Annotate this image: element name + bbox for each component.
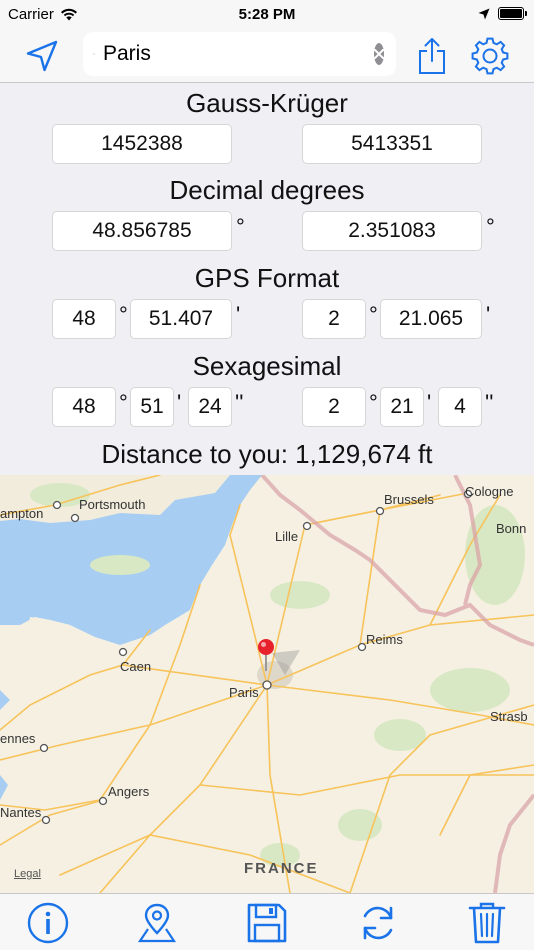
degree-symbol: ° bbox=[236, 214, 245, 239]
refresh-button[interactable] bbox=[355, 900, 401, 946]
locate-me-button[interactable] bbox=[22, 36, 62, 76]
gauss-kruger-title: Gauss-Krüger bbox=[186, 88, 348, 118]
gps-format-title: GPS Format bbox=[194, 263, 340, 293]
map-label-reims: Reims bbox=[366, 632, 403, 647]
sexa-lon-seconds-field[interactable]: 4 bbox=[438, 387, 482, 427]
sexa-lon-degrees-field[interactable]: 2 bbox=[302, 387, 366, 427]
decimal-degrees-title: Decimal degrees bbox=[169, 175, 365, 205]
minute-symbol: ' bbox=[177, 390, 182, 415]
gauss-y-field[interactable]: 5413351 bbox=[302, 124, 482, 164]
minute-symbol: ' bbox=[236, 302, 241, 327]
map-canvas bbox=[0, 475, 534, 893]
map-label-lille: Lille bbox=[275, 529, 299, 544]
location-arrow-icon bbox=[26, 40, 58, 72]
sexa-lat-degrees-field[interactable]: 48 bbox=[52, 387, 116, 427]
second-symbol: '' bbox=[485, 390, 494, 415]
degree-symbol: ° bbox=[119, 390, 128, 415]
status-bar: Carrier 5:28 PM bbox=[0, 0, 534, 30]
decimal-lat-field[interactable]: 48.856785 bbox=[52, 211, 232, 251]
map-label-paris: Paris bbox=[229, 685, 259, 700]
map-label-bonn: Bonn bbox=[496, 521, 527, 536]
decimal-lon-field[interactable]: 2.351083 bbox=[302, 211, 482, 251]
minute-symbol: ' bbox=[427, 390, 432, 415]
distance-label: Distance to you: 1,129,674 ft bbox=[101, 439, 433, 469]
bottom-toolbar bbox=[0, 893, 534, 950]
gps-lon-degrees-field[interactable]: 2 bbox=[302, 299, 366, 339]
status-right bbox=[478, 7, 527, 20]
battery-icon bbox=[498, 7, 527, 20]
share-icon bbox=[419, 38, 445, 74]
save-button[interactable] bbox=[244, 900, 290, 946]
second-symbol: '' bbox=[235, 390, 244, 415]
share-button[interactable] bbox=[412, 36, 452, 76]
clear-search-button[interactable] bbox=[374, 43, 384, 65]
minute-symbol: ' bbox=[486, 302, 491, 327]
sexa-lon-minutes-field[interactable]: 21 bbox=[380, 387, 424, 427]
map-label-cologne: Cologne bbox=[465, 484, 514, 499]
info-icon bbox=[27, 902, 69, 944]
refresh-icon bbox=[363, 906, 393, 940]
gps-lon-minutes-field[interactable]: 21.065 bbox=[380, 299, 482, 339]
sexagesimal-title: Sexagesimal bbox=[192, 351, 342, 381]
map-label-nantes: Nantes bbox=[0, 805, 42, 820]
search-bar[interactable] bbox=[83, 32, 396, 76]
map-label-hampton: ampton bbox=[0, 506, 44, 521]
delete-button[interactable] bbox=[464, 900, 510, 946]
status-time: 5:28 PM bbox=[238, 6, 296, 23]
map-location-button[interactable] bbox=[134, 900, 180, 946]
map-label-strasb: Strasb bbox=[490, 709, 528, 724]
location-arrow-icon bbox=[478, 8, 490, 19]
gauss-x-field[interactable]: 1452388 bbox=[52, 124, 232, 164]
trash-icon bbox=[468, 902, 506, 944]
gear-icon bbox=[471, 37, 509, 75]
map-label-caen: Caen bbox=[120, 659, 152, 674]
search-input[interactable] bbox=[103, 42, 374, 66]
map-label-france: FRANCE bbox=[244, 860, 319, 877]
sexa-lat-minutes-field[interactable]: 51 bbox=[130, 387, 174, 427]
map-label-portsmouth: Portsmouth bbox=[79, 497, 146, 512]
degree-symbol: ° bbox=[369, 390, 378, 415]
degree-symbol: ° bbox=[369, 302, 378, 327]
gps-lat-degrees-field[interactable]: 48 bbox=[52, 299, 116, 339]
map-label-rennes: ennes bbox=[0, 731, 36, 746]
close-icon bbox=[374, 49, 384, 59]
map-legal-link[interactable]: Legal bbox=[14, 868, 41, 880]
map-label-brussels: Brussels bbox=[384, 492, 434, 507]
map-view[interactable]: ampton Portsmouth Brussels Cologne Bonn … bbox=[0, 475, 534, 893]
degree-symbol: ° bbox=[119, 302, 128, 327]
info-button[interactable] bbox=[25, 900, 71, 946]
floppy-disk-icon bbox=[247, 903, 287, 943]
map-label-angers: Angers bbox=[108, 784, 150, 799]
map-pin-icon bbox=[137, 903, 177, 943]
gps-lat-minutes-field[interactable]: 51.407 bbox=[130, 299, 232, 339]
sexa-lat-seconds-field[interactable]: 24 bbox=[188, 387, 232, 427]
navigation-bar bbox=[0, 30, 534, 83]
settings-button[interactable] bbox=[470, 36, 510, 76]
degree-symbol: ° bbox=[486, 214, 495, 239]
search-icon bbox=[93, 53, 95, 55]
